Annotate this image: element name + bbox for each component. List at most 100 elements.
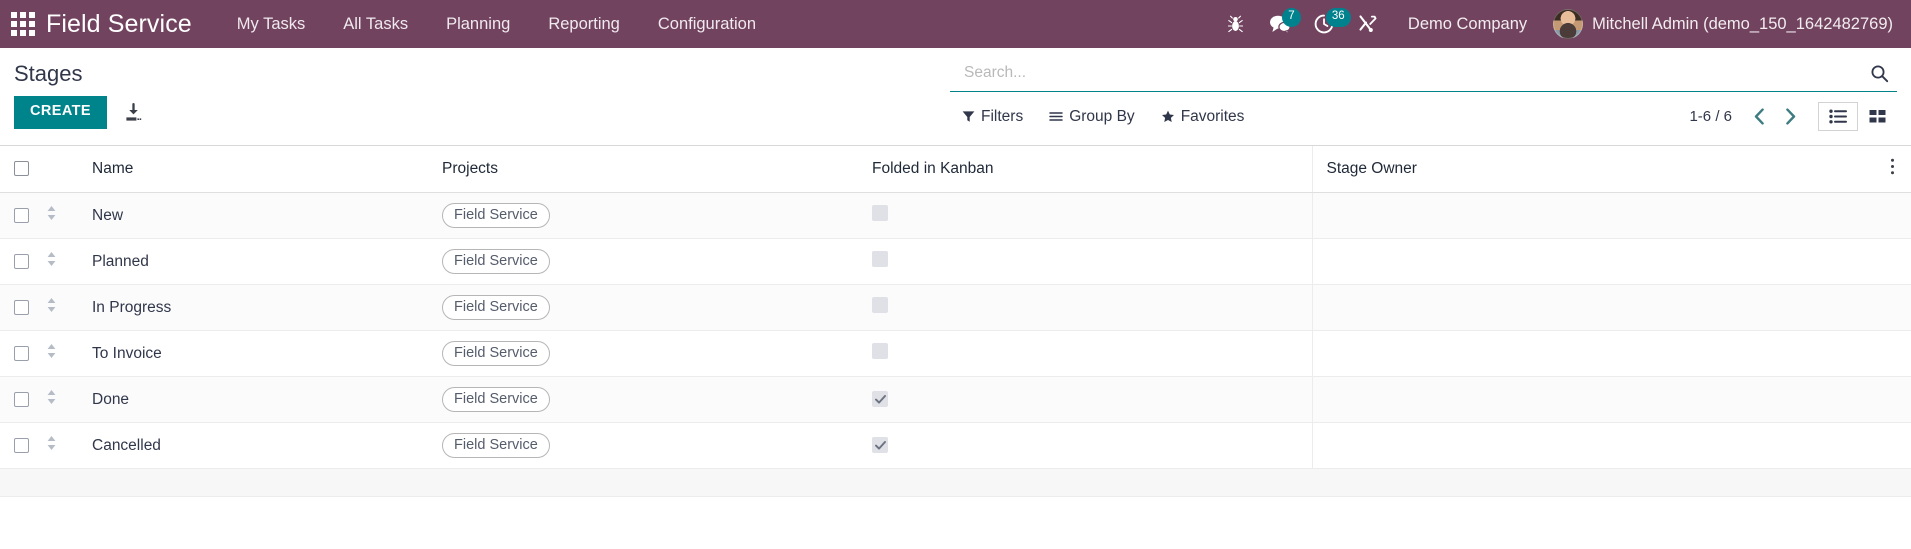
view-list[interactable] xyxy=(1818,102,1858,131)
cell-name: Cancelled xyxy=(92,422,442,469)
drag-handle-icon[interactable] xyxy=(46,343,57,359)
apps-grid-icon[interactable] xyxy=(10,11,36,37)
search-bar[interactable] xyxy=(950,58,1897,92)
row-checkbox[interactable] xyxy=(14,253,29,269)
table-row[interactable]: Planned Field Service xyxy=(0,238,1911,285)
column-header-projects[interactable]: Projects xyxy=(442,146,872,193)
table-row[interactable]: Cancelled Field Service xyxy=(0,422,1911,469)
activities-clock-icon[interactable]: 36 xyxy=(1302,0,1351,48)
cell-optional xyxy=(1852,284,1911,331)
tools-icon[interactable] xyxy=(1346,0,1390,48)
navbar-right-group: 7 36 Demo Company Mitchell Admin (demo_1… xyxy=(1214,0,1897,48)
project-tag[interactable]: Field Service xyxy=(442,387,550,412)
cell-optional xyxy=(1852,238,1911,285)
chevron-right-icon xyxy=(1786,108,1796,125)
table-row[interactable]: Done Field Service xyxy=(0,376,1911,423)
project-tag[interactable]: Field Service xyxy=(442,433,550,458)
project-tag[interactable]: Field Service xyxy=(442,341,550,366)
table-body: New Field Service Planned Field Service … xyxy=(0,192,1911,469)
create-button[interactable]: CREATE xyxy=(14,96,107,130)
vertical-dots-icon[interactable] xyxy=(1884,158,1901,175)
menu-configuration[interactable]: Configuration xyxy=(639,0,775,48)
pager-previous-button[interactable] xyxy=(1746,106,1773,127)
row-drag-cell xyxy=(46,376,92,423)
menu-all-tasks[interactable]: All Tasks xyxy=(324,0,427,48)
page-title: Stages xyxy=(14,61,83,86)
cell-stage-owner xyxy=(1311,284,1852,331)
table-row[interactable]: To Invoice Field Service xyxy=(0,330,1911,377)
drag-handle-icon[interactable] xyxy=(46,251,57,267)
menu-my-tasks[interactable]: My Tasks xyxy=(218,0,324,48)
table-row[interactable]: In Progress Field Service xyxy=(0,284,1911,331)
optional-columns-header xyxy=(1852,146,1911,193)
row-select-cell xyxy=(0,330,46,377)
project-tag[interactable]: Field Service xyxy=(442,249,550,274)
row-checkbox[interactable] xyxy=(14,345,29,361)
select-all-checkbox[interactable] xyxy=(14,161,29,177)
row-checkbox[interactable] xyxy=(14,207,29,223)
import-download-icon[interactable] xyxy=(121,100,146,125)
cell-folded-in-kanban xyxy=(872,330,1312,377)
company-selector[interactable]: Demo Company xyxy=(1390,15,1545,34)
cell-name: Done xyxy=(92,376,442,423)
search-icon[interactable] xyxy=(1864,64,1895,83)
group-by-lines-icon xyxy=(1049,112,1063,121)
list-view-icon xyxy=(1829,109,1847,124)
drag-handle-icon[interactable] xyxy=(46,435,57,451)
row-drag-cell xyxy=(46,422,92,469)
bug-icon[interactable] xyxy=(1214,0,1258,48)
user-menu[interactable]: Mitchell Admin (demo_150_1642482769) xyxy=(1545,9,1897,39)
row-checkbox[interactable] xyxy=(14,437,29,453)
column-header-stage-owner[interactable]: Stage Owner xyxy=(1311,146,1852,193)
messages-icon[interactable]: 7 xyxy=(1258,0,1302,48)
cell-folded-in-kanban xyxy=(872,376,1312,423)
row-select-cell xyxy=(0,376,46,423)
control-panel-actions: CREATE xyxy=(14,96,964,130)
table-row[interactable]: New Field Service xyxy=(0,192,1911,239)
kanban-view-icon xyxy=(1869,110,1886,123)
pager: 1-6 / 6 xyxy=(1689,102,1897,131)
search-input[interactable] xyxy=(950,62,1864,84)
column-header-folded-in-kanban[interactable]: Folded in Kanban xyxy=(872,146,1312,193)
cell-projects: Field Service xyxy=(442,238,872,285)
row-drag-cell xyxy=(46,192,92,239)
app-brand-title[interactable]: Field Service xyxy=(46,10,192,39)
favorites-dropdown[interactable]: Favorites xyxy=(1161,106,1259,128)
pager-next-button[interactable] xyxy=(1777,106,1804,127)
drag-handle-icon[interactable] xyxy=(46,297,57,313)
folded-checkbox xyxy=(872,205,888,221)
group-by-dropdown[interactable]: Group By xyxy=(1049,106,1148,128)
cell-projects: Field Service xyxy=(442,330,872,377)
list-view: Name Projects Folded in Kanban Stage Own… xyxy=(0,146,1911,497)
cell-projects: Field Service xyxy=(442,192,872,239)
row-select-cell xyxy=(0,238,46,285)
folded-checkbox xyxy=(872,391,888,407)
view-kanban[interactable] xyxy=(1858,102,1897,131)
folded-checkbox xyxy=(872,251,888,267)
table-header: Name Projects Folded in Kanban Stage Own… xyxy=(0,146,1911,193)
cell-folded-in-kanban xyxy=(872,284,1312,331)
cell-optional xyxy=(1852,422,1911,469)
menu-planning[interactable]: Planning xyxy=(427,0,529,48)
row-select-cell xyxy=(0,284,46,331)
filters-dropdown[interactable]: Filters xyxy=(962,106,1037,128)
cell-projects: Field Service xyxy=(442,422,872,469)
filter-funnel-icon xyxy=(962,111,975,122)
cell-stage-owner xyxy=(1311,422,1852,469)
row-drag-cell xyxy=(46,330,92,377)
drag-handle-icon[interactable] xyxy=(46,389,57,405)
control-panel-left: Stages CREATE xyxy=(14,48,964,130)
check-icon xyxy=(874,394,886,404)
user-name-label: Mitchell Admin (demo_150_1642482769) xyxy=(1592,14,1893,33)
project-tag[interactable]: Field Service xyxy=(442,295,550,320)
row-checkbox[interactable] xyxy=(14,391,29,407)
control-panel-right: Filters Group By Favorites 1-6 / 6 xyxy=(950,58,1897,131)
project-tag[interactable]: Field Service xyxy=(442,203,550,228)
control-panel: Stages CREATE Search... Filters Group By… xyxy=(0,48,1911,146)
cell-folded-in-kanban xyxy=(872,422,1312,469)
row-checkbox[interactable] xyxy=(14,299,29,315)
menu-reporting[interactable]: Reporting xyxy=(529,0,639,48)
column-header-name[interactable]: Name xyxy=(92,146,442,193)
drag-handle-icon[interactable] xyxy=(46,205,57,221)
stages-table: Name Projects Folded in Kanban Stage Own… xyxy=(0,146,1911,469)
